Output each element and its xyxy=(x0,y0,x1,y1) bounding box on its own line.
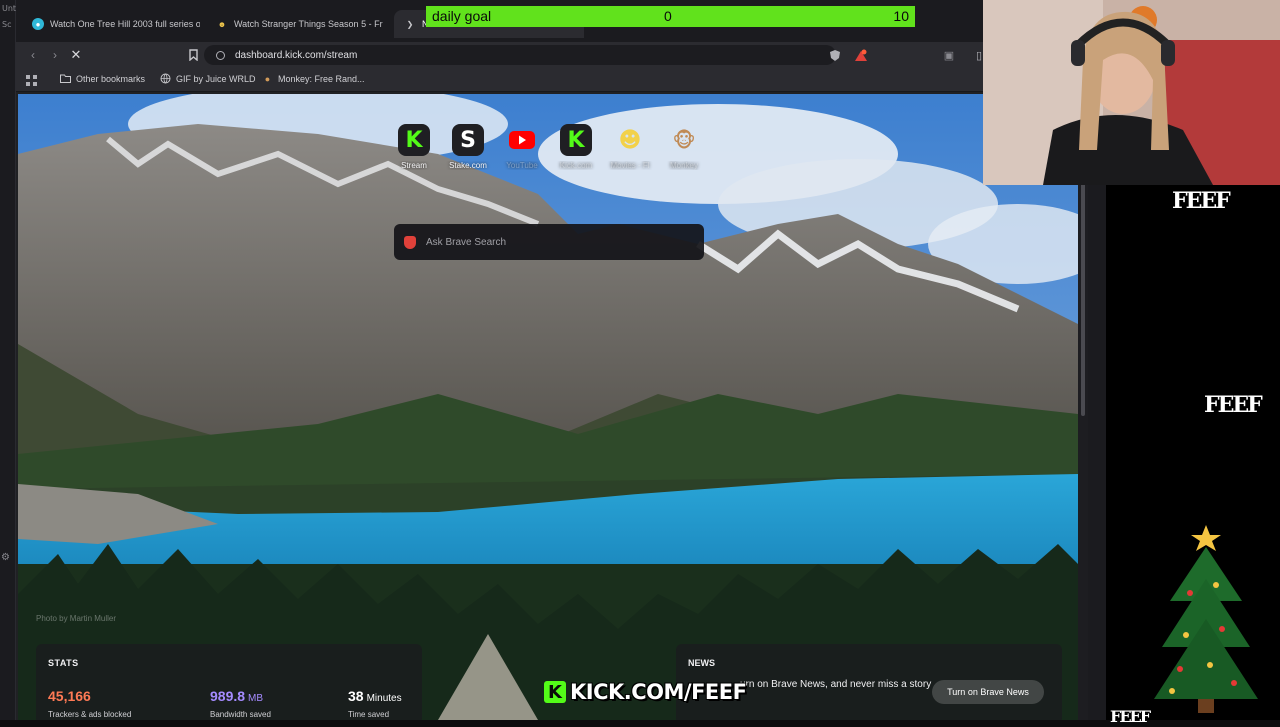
kick-logo-icon: K xyxy=(544,681,566,703)
stat-unit: Minutes xyxy=(366,693,402,704)
bookmark-gif-juice-wrld[interactable]: GIF by Juice WRLD xyxy=(160,73,256,84)
tab-label: Watch Stranger Things Season 5 - Fr xyxy=(234,19,383,29)
sidebar-icon[interactable]: ▣ xyxy=(940,46,958,64)
stats-title: STATS xyxy=(48,658,79,668)
browser-toolbar: ‹ › ✕ dashboard.kick.com/stream ▣ ▯ xyxy=(16,42,1106,68)
window-right-edge xyxy=(1088,94,1106,720)
feef-graphic: FEEF xyxy=(1110,707,1151,726)
shortcut-movies[interactable]: ☻ Movies - Fl xyxy=(604,124,656,171)
stream-side-panel: FEEF FEEF FEEF xyxy=(1106,185,1280,726)
shortcut-kick[interactable]: K Kick.com xyxy=(550,124,602,170)
stat-desc: Bandwidth saved xyxy=(210,710,271,719)
news-title: NEWS xyxy=(688,658,715,668)
globe-icon xyxy=(160,73,171,84)
stop-loading-icon[interactable]: ✕ xyxy=(67,46,85,64)
shortcut-label: Movies - Fl xyxy=(610,161,650,170)
stat-bandwidth: 989.8 MB Bandwidth saved xyxy=(210,688,271,719)
shortcut-label: Stream xyxy=(401,161,427,170)
webcam-image xyxy=(983,0,1280,185)
shortcut-stream[interactable]: K Stream xyxy=(388,124,440,170)
back-icon[interactable]: ‹ xyxy=(24,46,42,64)
new-tab-page: K Stream S Stake.com YouTube K Kick.com … xyxy=(18,94,1078,720)
bookmarks-bar: Other bookmarks GIF by Juice WRLD ● Monk… xyxy=(16,68,1106,92)
wallpaper-image xyxy=(18,94,1078,720)
stat-trackers: 45,166 Trackers & ads blocked xyxy=(48,688,131,719)
webcam-feed xyxy=(983,0,1280,185)
emoji-icon: ☻ xyxy=(217,19,227,29)
goal-current: 0 xyxy=(664,8,672,24)
bookmark-monkey[interactable]: ● Monkey: Free Rand... xyxy=(262,73,365,84)
kick-channel-banner: K KICK.COM/FEEF xyxy=(544,680,747,704)
tab-label: Watch One Tree Hill 2003 full series o xyxy=(50,19,200,29)
brave-shields-icon[interactable] xyxy=(826,46,844,64)
stat-desc: Time saved xyxy=(348,710,390,719)
kick-icon: K xyxy=(560,124,592,156)
stat-time: 38 Minutes Time saved xyxy=(348,688,402,719)
shortcut-label: Kick.com xyxy=(559,161,593,170)
stat-value: 38 xyxy=(348,688,364,704)
goal-label: daily goal xyxy=(432,8,492,24)
feef-graphic: FEEF xyxy=(1204,392,1263,418)
emoji-icon: ☻ xyxy=(618,127,642,153)
apps-grid-icon[interactable] xyxy=(22,71,40,89)
bookmark-label: GIF by Juice WRLD xyxy=(176,73,256,84)
shortcut-stake[interactable]: S Stake.com xyxy=(442,124,494,170)
photo-credit: Photo by Martin Muller xyxy=(36,614,117,623)
bookmark-icon[interactable] xyxy=(184,46,202,64)
stats-card: STATS 45,166 Trackers & ads blocked 989.… xyxy=(36,644,422,720)
settings-icon[interactable]: ⚙ xyxy=(1,552,10,563)
monkey-icon: ● xyxy=(264,73,271,84)
bookmark-label: Other bookmarks xyxy=(76,73,146,84)
bookmark-label: Monkey: Free Rand... xyxy=(278,73,365,84)
stat-desc: Trackers & ads blocked xyxy=(48,710,132,719)
site-info-icon[interactable] xyxy=(216,50,225,60)
shortcut-youtube[interactable]: YouTube xyxy=(496,124,548,170)
shortcut-monkey[interactable]: 🐵 Monkey xyxy=(658,124,710,170)
brave-logo-icon xyxy=(404,235,416,249)
url-text: dashboard.kick.com/stream xyxy=(235,49,358,61)
stake-icon: S xyxy=(452,124,484,156)
stat-value: 45,166 xyxy=(48,688,91,704)
loading-icon: ❯ xyxy=(406,19,414,29)
shortcut-label: Monkey xyxy=(669,161,698,170)
brave-search-box[interactable]: Ask Brave Search xyxy=(394,224,704,260)
tab-one-tree-hill[interactable]: ● Watch One Tree Hill 2003 full series o xyxy=(22,10,200,38)
feef-graphic: FEEF xyxy=(1172,188,1231,214)
kick-channel-url: KICK.COM/FEEF xyxy=(570,680,747,704)
stat-unit: MB xyxy=(248,693,264,704)
address-bar[interactable]: dashboard.kick.com/stream xyxy=(204,45,836,65)
youtube-icon xyxy=(506,124,538,156)
forward-icon[interactable]: › xyxy=(46,46,64,64)
folder-icon xyxy=(60,73,71,84)
tab-stranger-things[interactable]: ☻ Watch Stranger Things Season 5 - Fr xyxy=(206,10,384,38)
news-promo-text: urn on Brave News, and never miss a stor… xyxy=(740,679,932,690)
stat-value: 989.8 xyxy=(210,688,246,704)
shortcut-label: YouTube xyxy=(506,161,538,170)
globe-icon: ● xyxy=(32,18,44,30)
daily-goal-bar: daily goal 0 10 xyxy=(426,6,915,27)
browser-window: ● Watch One Tree Hill 2003 full series o… xyxy=(16,0,1106,720)
christmas-tree-icon xyxy=(1154,525,1258,713)
goal-target: 10 xyxy=(893,8,909,24)
monkey-icon: 🐵 xyxy=(672,128,696,152)
kick-icon: K xyxy=(398,124,430,156)
window-title-fragment-2: Sc xyxy=(2,20,12,29)
shortcut-label: Stake.com xyxy=(449,161,487,170)
turn-on-news-button[interactable]: Turn on Brave News xyxy=(932,680,1044,704)
page-scrollbar[interactable] xyxy=(1078,94,1088,720)
search-placeholder: Ask Brave Search xyxy=(426,236,507,248)
window-left-edge: Untitled Sc ⚙ xyxy=(0,0,34,720)
brave-rewards-icon[interactable] xyxy=(852,46,870,64)
bookmark-other[interactable]: Other bookmarks xyxy=(60,73,145,84)
